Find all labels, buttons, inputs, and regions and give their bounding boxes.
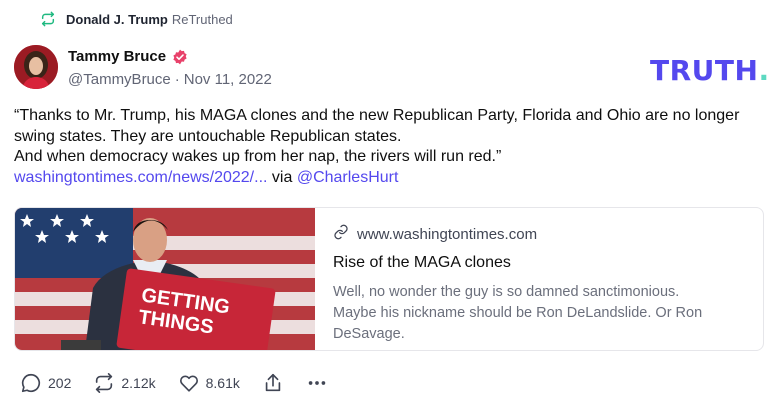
retruth-icon [40,11,56,27]
link-icon [333,224,349,244]
preview-image[interactable]: GETTING THINGS [15,208,315,350]
like-icon [178,372,200,394]
verified-icon [172,49,188,65]
more-icon [306,372,328,394]
link-preview-card[interactable]: GETTING THINGS www.washingtontimes.com R… [14,207,764,351]
post-date[interactable]: Nov 11, 2022 [184,71,272,88]
like-button[interactable]: 8.61k [178,372,240,394]
preview-body: www.washingtontimes.com Rise of the MAGA… [315,208,723,350]
preview-title[interactable]: Rise of the MAGA clones [333,254,723,272]
more-button[interactable] [306,372,328,394]
preview-domain: www.washingtontimes.com [357,225,538,243]
avatar[interactable] [14,45,58,89]
reply-button[interactable]: 202 [20,372,71,394]
like-count: 8.61k [205,375,240,391]
post-link-row: washingtontimes.com/news/2022/... via @C… [14,168,764,189]
author-block: Tammy Bruce @TammyBruce · Nov 11, 2022 [68,48,272,88]
retruth-action: ReTruthed [171,11,233,27]
share-icon [262,372,284,394]
retruth-user[interactable]: Donald J. Trump [66,12,168,27]
retruth-count: 2.12k [121,375,156,391]
truth-logo: TRUTH. [650,54,770,87]
preview-description: Well, no wonder the guy is so damned san… [333,284,703,342]
reply-icon [20,372,42,394]
author-handle[interactable]: @TammyBruce [68,71,171,88]
reply-count: 202 [48,375,72,391]
via-label: via [271,168,293,186]
author-name[interactable]: Tammy Bruce [68,48,166,65]
mention-link[interactable]: @CharlesHurt [297,169,399,186]
post-line-2: And when democracy wakes up from her nap… [14,148,502,165]
retruth-banner: Donald J. Trump ReTruthed [40,11,233,27]
logo-dot: . [758,54,770,87]
retruth-button[interactable]: 2.12k [93,372,156,394]
meta-separator: · [174,71,180,88]
post-body: “Thanks to Mr. Trump, his MAGA clones an… [14,106,764,188]
retruth-icon [93,372,115,394]
logo-text: TRUTH [650,54,759,87]
post-link[interactable]: washingtontimes.com/news/2022/... [14,169,267,186]
share-button[interactable] [262,372,284,394]
post-line-1: “Thanks to Mr. Trump, his MAGA clones an… [14,107,740,145]
action-bar: 202 2.12k 8.61k [20,372,350,394]
